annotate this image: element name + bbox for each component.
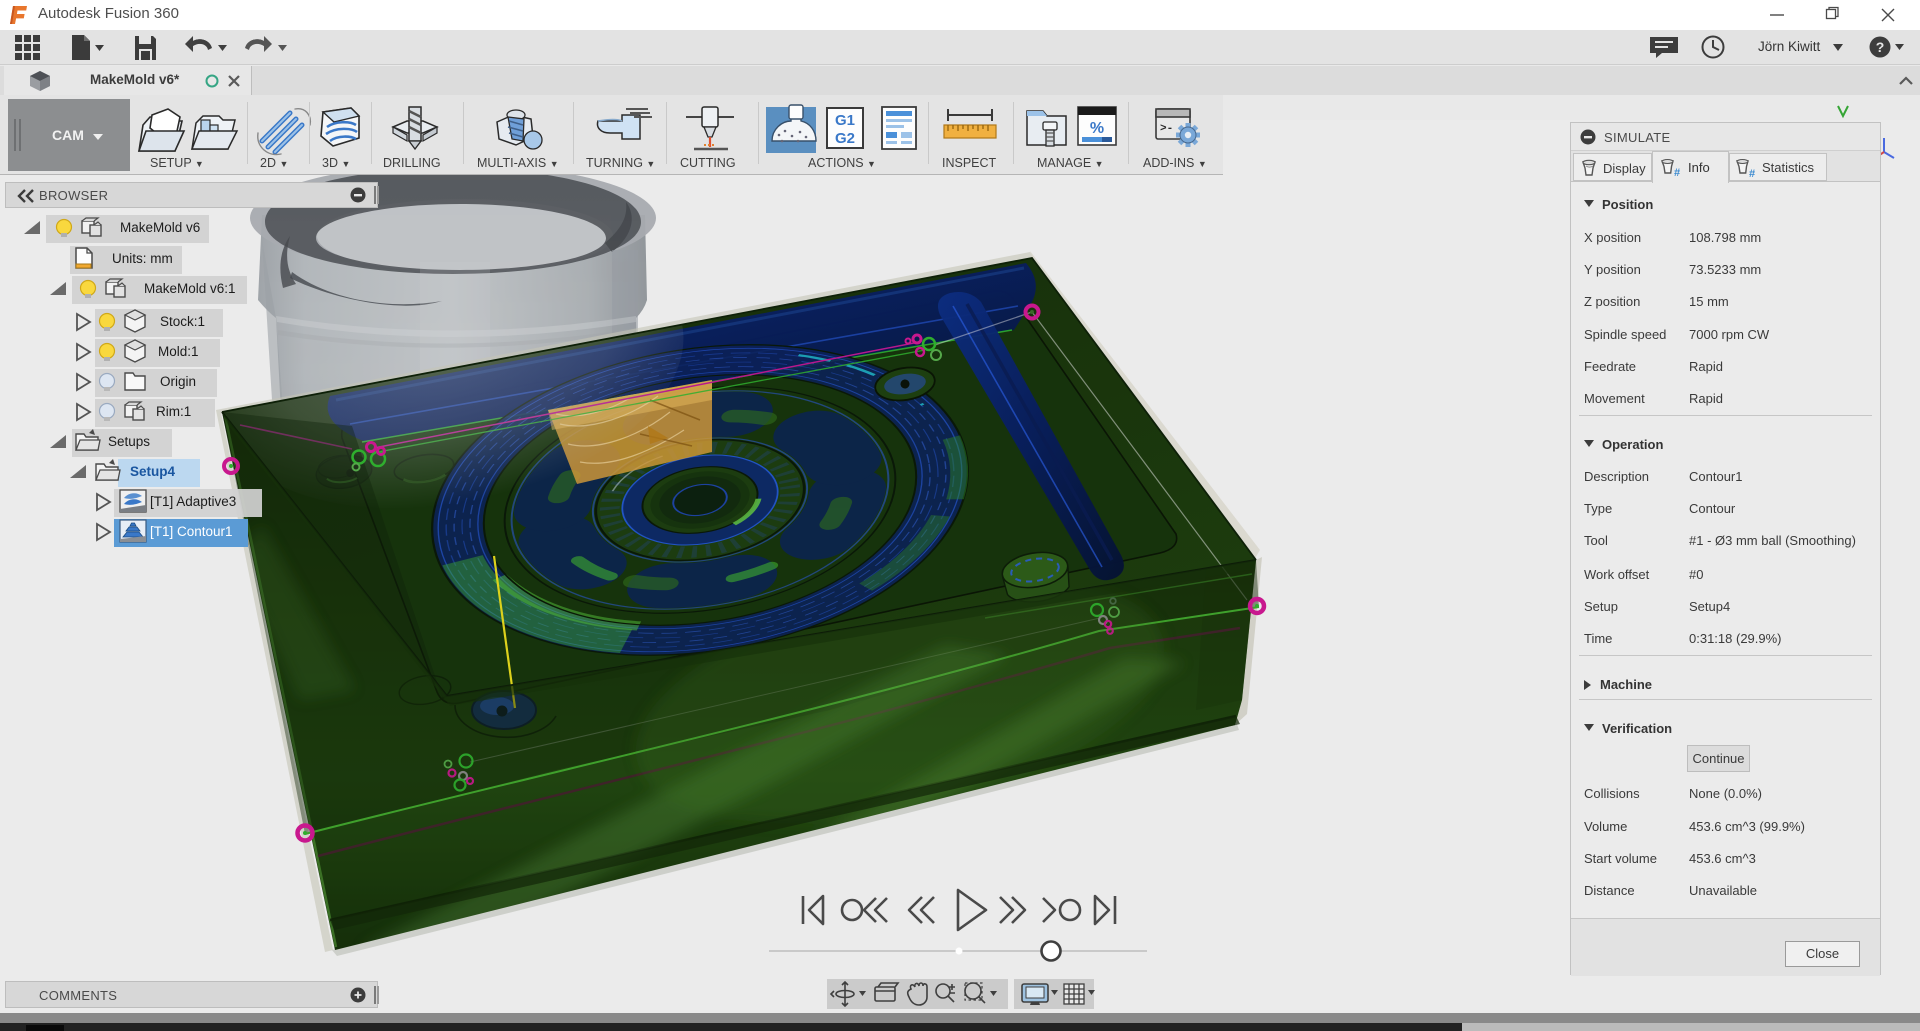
svg-text:Mold:1: Mold:1	[158, 344, 199, 359]
svg-text:MakeMold v6: MakeMold v6	[120, 220, 200, 235]
svg-text:Units: mm: Units: mm	[112, 251, 173, 266]
svg-text:[T1] Adaptive3: [T1] Adaptive3	[150, 494, 236, 509]
svg-text:Rim:1: Rim:1	[156, 404, 191, 419]
svg-text:Setup4: Setup4	[130, 464, 176, 479]
svg-text:G1: G1	[835, 112, 855, 129]
svg-text:[T1] Contour1: [T1] Contour1	[150, 524, 233, 539]
svg-text:MakeMold v6:1: MakeMold v6:1	[144, 281, 236, 296]
svg-text:%: %	[1090, 120, 1104, 137]
svg-text:Setups: Setups	[108, 434, 150, 449]
svg-text:G2: G2	[835, 130, 855, 147]
svg-text:#: #	[1674, 167, 1680, 178]
svg-text:Stock:1: Stock:1	[160, 314, 205, 329]
svg-text:Origin: Origin	[160, 374, 196, 389]
svg-text:#: #	[1749, 168, 1755, 179]
svg-text:?: ?	[1876, 39, 1885, 55]
svg-text:>-: >-	[1160, 123, 1173, 135]
